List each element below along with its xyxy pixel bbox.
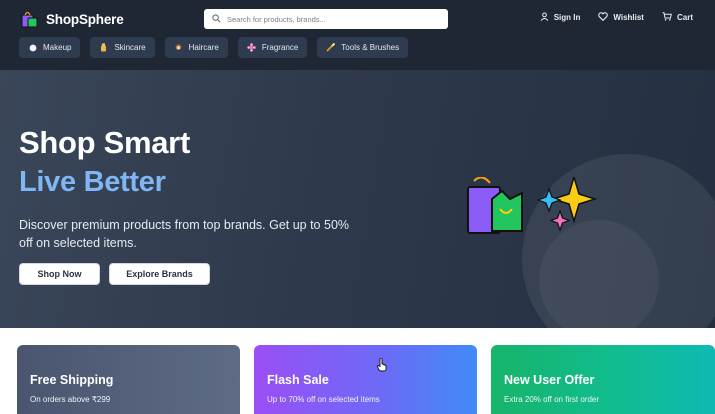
header-actions: Sign In Wishlist Cart [540, 12, 693, 23]
sign-in-label: Sign In [553, 13, 581, 22]
promo-title: Free Shipping [30, 373, 114, 387]
category-tools-brushes[interactable]: Tools & Brushes [317, 37, 409, 58]
hero-title-line-1: Shop Smart [19, 125, 190, 160]
category-label: Tools & Brushes [341, 43, 400, 52]
search-icon [212, 10, 221, 28]
cart-label: Cart [676, 13, 693, 22]
promo-subtitle: Up to 70% off on selected items [267, 395, 380, 404]
shopping-bags-icon [467, 176, 523, 234]
promo-title: New User Offer [504, 373, 595, 387]
promo-section: Free Shipping On orders above ₹299 Flash… [0, 328, 715, 414]
search-input[interactable] [227, 14, 437, 24]
promo-subtitle: Extra 20% off on first order [504, 395, 600, 404]
category-nav: Makeup Skincare Haircare Fragrance Tools… [19, 37, 409, 58]
brand-name: ShopSphere [46, 11, 124, 27]
category-haircare[interactable]: Haircare [164, 37, 228, 58]
promo-card-new-user-offer[interactable]: New User Offer Extra 20% off on first or… [491, 345, 715, 414]
category-label: Makeup [43, 43, 72, 52]
explore-brands-button[interactable]: Explore Brands [109, 263, 210, 285]
shop-now-button[interactable]: Shop Now [19, 263, 100, 285]
cart-link[interactable]: Cart [662, 12, 693, 23]
shopping-bag-logo-icon [20, 9, 40, 29]
wishlist-label: Wishlist [613, 13, 644, 22]
hero-description: Discover premium products from top brand… [19, 218, 350, 250]
promo-title: Flash Sale [267, 373, 329, 387]
sign-in-link[interactable]: Sign In [540, 12, 581, 23]
sparkles-icon [536, 174, 598, 232]
cart-icon [662, 12, 672, 23]
category-fragrance[interactable]: Fragrance [237, 37, 308, 58]
user-icon [540, 12, 549, 23]
hero-banner: Shop Smart Live Better Discover premium … [0, 70, 715, 328]
wishlist-link[interactable]: Wishlist [598, 12, 644, 23]
promo-subtitle: On orders above ₹299 [30, 395, 111, 404]
fragrance-icon [247, 43, 256, 52]
hand-cursor-icon [377, 357, 387, 372]
makeup-icon [28, 43, 37, 52]
heart-icon [598, 12, 609, 23]
brand-logo[interactable]: ShopSphere [20, 9, 124, 29]
brush-icon [326, 43, 336, 52]
category-makeup[interactable]: Makeup [19, 37, 81, 58]
category-skincare[interactable]: Skincare [90, 37, 155, 58]
top-header: ShopSphere Sign In Wishlist Cart [0, 0, 715, 70]
category-label: Haircare [188, 43, 219, 52]
haircare-icon [174, 43, 183, 52]
category-label: Skincare [114, 43, 146, 52]
hero-title-line-2: Live Better [19, 166, 166, 198]
search-bar[interactable] [204, 9, 448, 29]
promo-card-flash-sale[interactable]: Flash Sale Up to 70% off on selected ite… [254, 345, 477, 414]
category-label: Fragrance [261, 43, 299, 52]
skincare-icon [99, 43, 108, 52]
promo-card-free-shipping[interactable]: Free Shipping On orders above ₹299 [17, 345, 240, 414]
shopping-bags-sparkles-illustration [464, 174, 600, 247]
